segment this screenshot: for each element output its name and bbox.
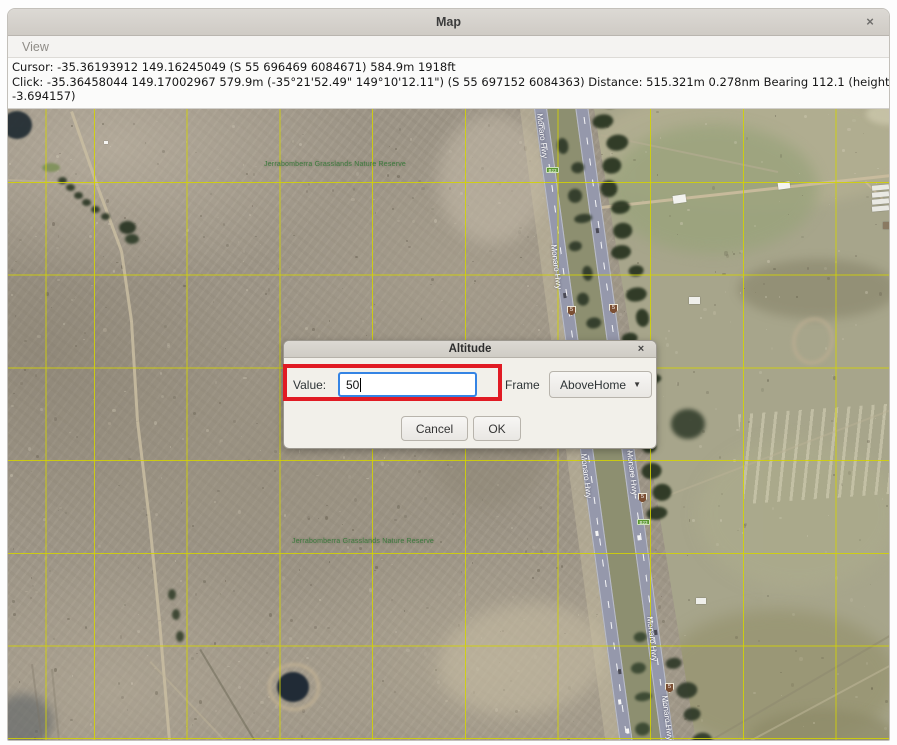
tourist-route-shield: 5	[567, 306, 576, 316]
altitude-value-text: 50	[346, 378, 359, 392]
menu-item-view[interactable]: View	[14, 40, 57, 54]
ok-button-label: OK	[488, 422, 505, 436]
highway-name-label: Monaro Hwy	[660, 695, 674, 741]
altitude-value-input[interactable]: 50	[338, 372, 477, 397]
cursor-status-line: Cursor: -35.36193912 149.16245049 (S 55 …	[12, 60, 889, 75]
highway-name-label: Monaro Hwy	[579, 453, 593, 499]
reserve-label: Jerrabomberra Grasslands Nature Reserve	[264, 161, 406, 168]
frame-dropdown[interactable]: AboveHome ▼	[549, 371, 652, 398]
tourist-route-shield: 5	[609, 304, 618, 314]
text-caret	[360, 378, 361, 392]
route-b23-shield: B23	[637, 519, 650, 525]
status-bar: Cursor: -35.36193912 149.16245049 (S 55 …	[8, 58, 889, 109]
ok-button[interactable]: OK	[473, 416, 521, 441]
route-b23-shield: B23	[546, 167, 559, 173]
click-status-line-wrap: -3.694157)	[12, 89, 889, 104]
value-label: Value:	[293, 378, 326, 392]
highway-name-label: Monaro Hwy	[625, 450, 639, 496]
tourist-route-shield: 5	[638, 493, 647, 503]
reserve-label: Jerrabomberra Grasslands Nature Reserve	[292, 538, 434, 545]
frame-dropdown-value: AboveHome	[560, 378, 626, 392]
map-graphic	[889, 302, 890, 305]
highway-name-label: Monaro Hwy	[535, 113, 549, 159]
window-titlebar[interactable]: Map ×	[8, 9, 889, 36]
frame-label: Frame	[505, 378, 540, 392]
window-close-icon[interactable]: ×	[861, 13, 879, 31]
screenshot-stage: Map × View Cursor: -35.36193912 149.1624…	[0, 0, 897, 745]
dialog-title: Altitude	[449, 343, 492, 355]
menu-bar: View	[8, 36, 889, 58]
highway-name-label: Monaro Hwy	[549, 244, 563, 290]
dialog-close-icon[interactable]: ×	[634, 343, 648, 357]
cancel-button-label: Cancel	[416, 422, 453, 436]
window-title: Map	[436, 15, 461, 29]
click-status-line: Click: -35.36458044 149.17002967 579.9m …	[12, 75, 889, 90]
dialog-titlebar[interactable]: Altitude ×	[284, 341, 656, 358]
cancel-button[interactable]: Cancel	[401, 416, 468, 441]
tourist-route-shield: 5	[665, 683, 674, 693]
highway-name-label: Monaro Hwy	[645, 616, 659, 662]
chevron-down-icon: ▼	[633, 380, 641, 389]
altitude-dialog: Altitude × Value: 50 Frame AboveHome ▼ C…	[283, 340, 657, 449]
